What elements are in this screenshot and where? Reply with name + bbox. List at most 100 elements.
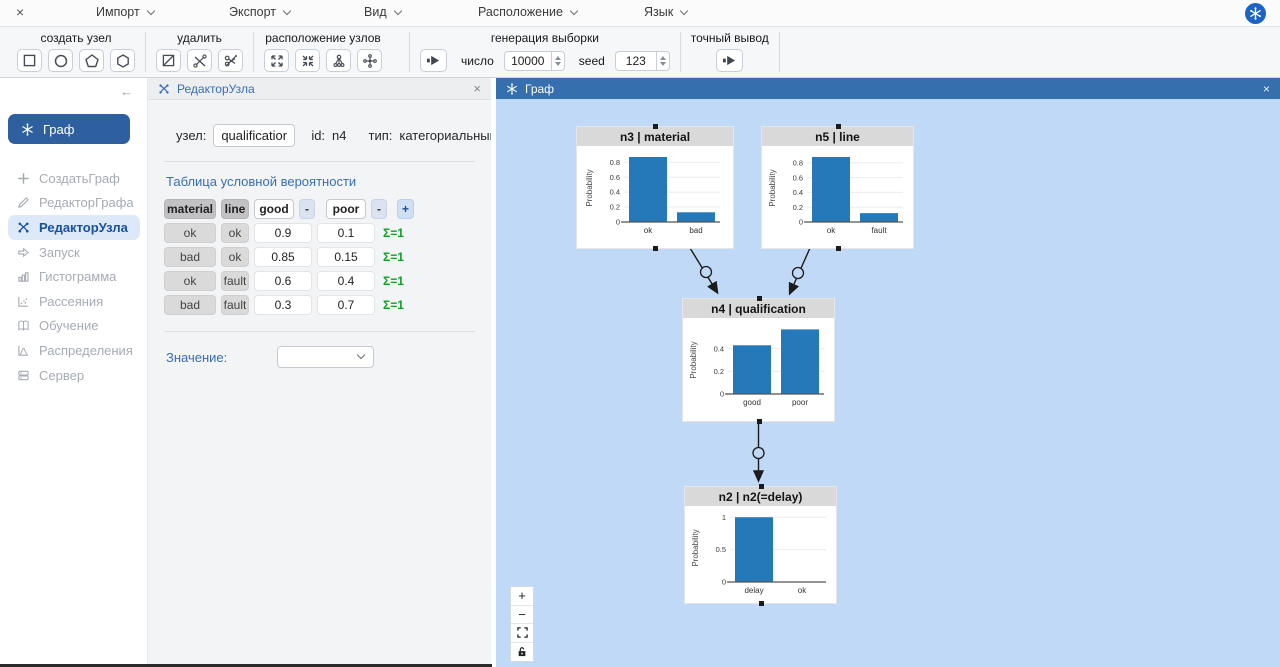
- sidebar: ← Граф СоздатьГраф РедакторГрафа Редакто…: [0, 78, 148, 667]
- spinner-arrows-icon[interactable]: [552, 51, 565, 71]
- cpt-parent-cell: fault: [221, 295, 249, 315]
- node-title: n4 | qualification: [683, 299, 834, 318]
- graph-panel-title: Граф: [525, 82, 554, 96]
- node-branch-icon: [158, 83, 170, 95]
- edge-handle[interactable]: [701, 267, 712, 278]
- svg-text:0.8: 0.8: [610, 158, 620, 167]
- cpt-prob-cell[interactable]: 0.9: [254, 223, 312, 243]
- cpt-prob-cell[interactable]: 0.4: [317, 271, 375, 291]
- book-icon: [17, 319, 30, 332]
- seed-input[interactable]: [615, 51, 657, 71]
- sidebar-item-create-graph[interactable]: СоздатьГраф: [0, 166, 148, 191]
- zoom-controls: + −: [510, 586, 534, 662]
- graph-node-n4[interactable]: n4 | qualification Probability00.20.4goo…: [683, 299, 834, 421]
- collapse-layout-button[interactable]: [295, 49, 320, 72]
- close-icon[interactable]: ×: [1263, 82, 1270, 96]
- cpt-prob-cell[interactable]: 0.6: [254, 271, 312, 291]
- toolbar: создать узел удалить расположение узлов: [0, 27, 1280, 78]
- fit-view-button[interactable]: [511, 624, 533, 643]
- sidebar-item-learning[interactable]: Обучение: [0, 314, 148, 339]
- edge-handle[interactable]: [753, 448, 764, 459]
- seed-label: seed: [579, 54, 605, 68]
- create-pentagon-node-button[interactable]: [79, 49, 104, 72]
- cpt-table: material line good - poor - + ok ok 0.9 …: [164, 199, 475, 315]
- cpt-prob-cell[interactable]: 0.15: [317, 247, 375, 267]
- add-state-button[interactable]: +: [397, 199, 414, 219]
- node-branch-icon: [17, 221, 30, 234]
- cpt-state-header[interactable]: poor: [326, 199, 366, 219]
- sidebar-item-run[interactable]: Запуск: [0, 240, 148, 265]
- value-select[interactable]: [277, 346, 374, 368]
- sidebar-collapse-icon[interactable]: ←: [120, 84, 133, 99]
- node-connection-handle[interactable]: [836, 124, 841, 129]
- graph-node-n2[interactable]: n2 | n2(=delay) Probability00.51delayok: [685, 487, 836, 603]
- menu-export[interactable]: Экспорт: [229, 5, 290, 19]
- create-hexagon-node-button[interactable]: [110, 49, 135, 72]
- snowflake-icon: [506, 83, 518, 95]
- generate-sample-run-button[interactable]: [420, 49, 447, 72]
- svg-text:bad: bad: [689, 226, 702, 235]
- create-circle-node-button[interactable]: [48, 49, 73, 72]
- node-connection-handle[interactable]: [653, 124, 658, 129]
- app-logo-snowflake-icon: [1245, 3, 1266, 24]
- menu-import[interactable]: Импорт: [96, 5, 154, 19]
- server-icon: [17, 369, 30, 382]
- cpt-state-header[interactable]: good: [254, 199, 294, 219]
- node-connection-handle[interactable]: [759, 601, 764, 606]
- graph-canvas[interactable]: n3 | material Probability00.20.40.60.8ok…: [496, 99, 1280, 667]
- sidebar-item-distributions[interactable]: Распределения: [0, 338, 148, 363]
- sidebar-item-histogram[interactable]: Гистограмма: [0, 264, 148, 289]
- node-name-input[interactable]: [213, 124, 295, 147]
- sidebar-item-scatter[interactable]: Рассеяния: [0, 289, 148, 314]
- cpt-prob-cell[interactable]: 0.85: [254, 247, 312, 267]
- spinner-arrows-icon[interactable]: [657, 51, 670, 71]
- svg-text:0: 0: [719, 390, 723, 399]
- sidebar-nav: СоздатьГраф РедакторГрафа РедакторУзла З…: [0, 166, 148, 387]
- zoom-in-button[interactable]: +: [511, 587, 533, 606]
- remove-state-button[interactable]: -: [299, 199, 315, 219]
- toolbar-group-node-layout: расположение узлов: [255, 27, 408, 77]
- toolbar-divider: [680, 32, 681, 72]
- graph-node-n3[interactable]: n3 | material Probability00.20.40.60.8ok…: [577, 127, 733, 248]
- svg-text:0: 0: [721, 578, 725, 587]
- sidebar-item-graph-editor[interactable]: РедакторГрафа: [0, 191, 148, 216]
- cut-edge-button[interactable]: [218, 49, 243, 72]
- node-connection-handle[interactable]: [836, 246, 841, 251]
- menu-language[interactable]: Язык: [644, 5, 687, 19]
- zoom-out-button[interactable]: −: [511, 606, 533, 625]
- svg-text:0.6: 0.6: [792, 173, 802, 182]
- cpt-parent-cell: bad: [164, 295, 216, 315]
- node-connection-handle[interactable]: [759, 484, 764, 489]
- expand-layout-button[interactable]: [264, 49, 289, 72]
- node-editor-panel: РедакторУзла × узел: id: n4 тип: категор…: [148, 78, 491, 667]
- cpt-prob-cell[interactable]: 0.7: [317, 295, 375, 315]
- cpt-prob-cell[interactable]: 0.1: [317, 223, 375, 243]
- sidebar-item-server[interactable]: Сервер: [0, 363, 148, 388]
- window-close-icon[interactable]: ×: [16, 4, 24, 20]
- node-connection-handle[interactable]: [653, 246, 658, 251]
- svg-text:good: good: [743, 398, 761, 407]
- graph-node-n5[interactable]: n5 | line Probability00.20.40.60.8okfaul…: [762, 127, 913, 248]
- node-connection-handle[interactable]: [757, 296, 762, 301]
- sidebar-item-node-editor[interactable]: РедакторУзла: [8, 215, 140, 240]
- cpt-parent-header[interactable]: material: [164, 199, 216, 219]
- node-connection-handle[interactable]: [757, 419, 762, 424]
- cpt-parent-header[interactable]: line: [221, 199, 249, 219]
- tree-layout-button[interactable]: [326, 49, 351, 72]
- cpt-prob-cell[interactable]: 0.3: [254, 295, 312, 315]
- close-icon[interactable]: ×: [473, 81, 481, 96]
- delete-node-button[interactable]: [156, 49, 181, 72]
- menu-layout[interactable]: Расположение: [478, 5, 577, 19]
- pencil-icon: [17, 196, 30, 209]
- exact-inference-run-button[interactable]: [716, 49, 743, 72]
- sidebar-graph-button[interactable]: Граф: [8, 114, 130, 144]
- sample-count-input[interactable]: [504, 51, 552, 71]
- lock-button[interactable]: [511, 643, 533, 662]
- star-layout-button[interactable]: [357, 49, 382, 72]
- edge-handle[interactable]: [793, 268, 804, 279]
- menu-view[interactable]: Вид: [364, 5, 401, 19]
- create-square-node-button[interactable]: [17, 49, 42, 72]
- remove-state-button[interactable]: -: [371, 199, 387, 219]
- delete-edge-button[interactable]: [187, 49, 212, 72]
- svg-text:0.8: 0.8: [792, 158, 802, 167]
